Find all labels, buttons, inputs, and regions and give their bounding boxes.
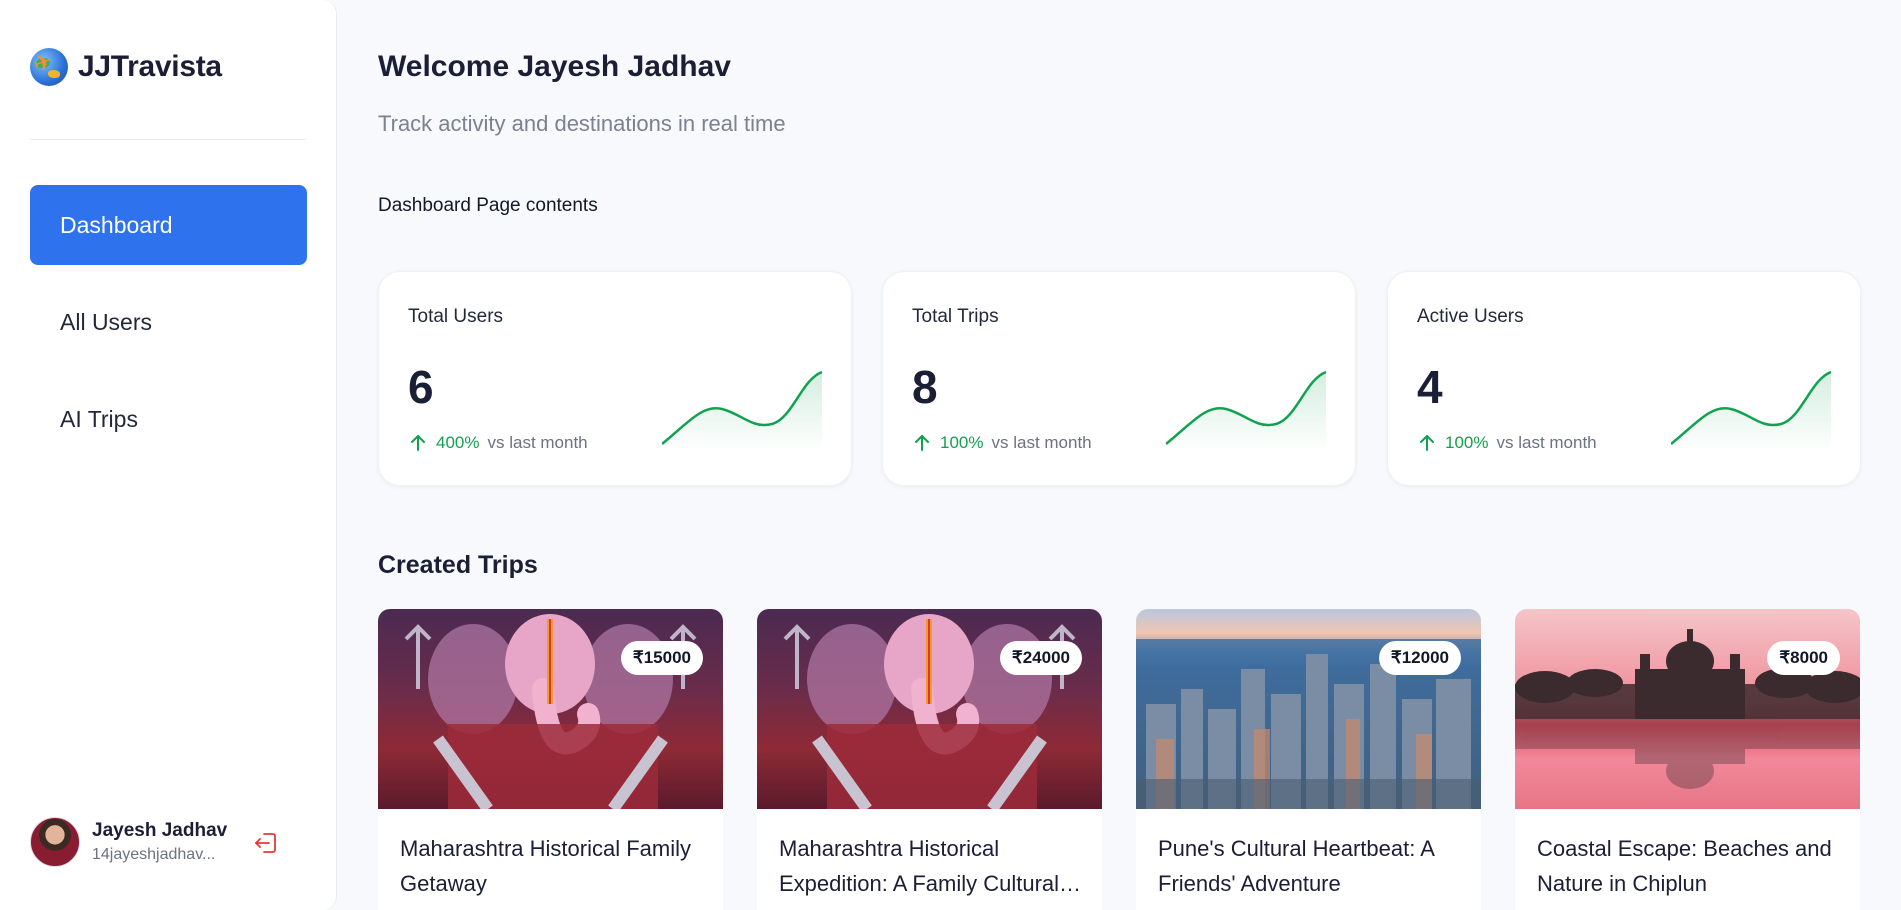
sidebar-item-all-users[interactable]: All Users bbox=[30, 282, 307, 362]
stat-value: 8 bbox=[912, 361, 938, 413]
user-profile: Jayesh Jadhav 14jayeshjadhav... bbox=[30, 817, 276, 867]
trip-price-badge: ₹24000 bbox=[999, 641, 1082, 675]
stat-change-percent: 100% bbox=[1445, 433, 1489, 452]
trip-card[interactable]: ₹8000 Coastal Escape: Beaches and Nature… bbox=[1515, 609, 1860, 910]
sidebar-item-dashboard[interactable]: Dashboard bbox=[30, 185, 307, 265]
trip-image bbox=[1515, 609, 1860, 809]
sidebar: ✈ JJTravista Dashboard All Users AI Trip… bbox=[0, 0, 337, 910]
stat-title: Total Users bbox=[408, 306, 504, 327]
avatar[interactable] bbox=[30, 817, 80, 867]
page-title: Welcome Jayesh Jadhav bbox=[378, 50, 731, 83]
stat-card-total-users: Total Users 6 400% vs last month bbox=[378, 271, 852, 486]
trip-price-badge: ₹8000 bbox=[1767, 641, 1840, 675]
user-info: Jayesh Jadhav 14jayeshjadhav... bbox=[92, 820, 228, 864]
stat-title: Active Users bbox=[1417, 306, 1524, 327]
sparkline-chart bbox=[1671, 370, 1831, 452]
trip-card[interactable]: ₹24000 Maharashtra Historical Expedition… bbox=[757, 609, 1102, 910]
stat-change: 400% vs last month bbox=[408, 433, 588, 453]
stat-change-label: vs last month bbox=[1496, 433, 1597, 452]
trip-card[interactable]: ₹15000 Maharashtra Historical Family Get… bbox=[378, 609, 723, 910]
trip-title: Maharashtra Historical Family Getaway bbox=[400, 836, 691, 896]
trip-title: Maharashtra Historical Expedition: A Fam… bbox=[779, 836, 1060, 896]
trip-card[interactable]: ₹12000 Pune's Cultural Heartbeat: A Frie… bbox=[1136, 609, 1481, 910]
stat-change-percent: 400% bbox=[436, 433, 480, 452]
stat-value: 4 bbox=[1417, 361, 1443, 413]
trip-image bbox=[378, 609, 723, 809]
page-contents-label: Dashboard Page contents bbox=[378, 195, 598, 216]
sparkline-chart bbox=[1166, 370, 1326, 452]
globe-plane-icon: ✈ bbox=[30, 48, 68, 86]
sidebar-item-label: Dashboard bbox=[60, 211, 173, 238]
stat-change: 100% vs last month bbox=[1417, 433, 1597, 453]
user-name: Jayesh Jadhav bbox=[92, 820, 228, 841]
arrow-up-icon bbox=[411, 435, 425, 451]
arrow-up-icon bbox=[1420, 435, 1434, 451]
brand-name: JJTravista bbox=[78, 50, 222, 83]
sparkline-chart bbox=[662, 370, 822, 452]
sidebar-divider bbox=[30, 139, 306, 140]
stat-change: 100% vs last month bbox=[912, 433, 1092, 453]
stat-value: 6 bbox=[408, 361, 434, 413]
page-subtitle: Track activity and destinations in real … bbox=[378, 111, 786, 136]
arrow-up-icon bbox=[915, 435, 929, 451]
stat-change-label: vs last month bbox=[487, 433, 588, 452]
sidebar-item-label: All Users bbox=[60, 308, 153, 335]
main-content: Welcome Jayesh Jadhav Track activity and… bbox=[378, 0, 1861, 910]
sidebar-item-label: AI Trips bbox=[60, 405, 138, 432]
brand[interactable]: ✈ JJTravista bbox=[30, 48, 222, 86]
trip-price-badge: ₹15000 bbox=[620, 641, 703, 675]
user-email: 14jayeshjadhav... bbox=[92, 846, 216, 863]
trip-image bbox=[1136, 609, 1481, 809]
stat-card-active-users: Active Users 4 100% vs last month bbox=[1387, 271, 1861, 486]
trip-title: Pune's Cultural Heartbeat: A Friends' Ad… bbox=[1158, 836, 1434, 896]
stat-card-total-trips: Total Trips 8 100% vs last month bbox=[882, 271, 1356, 486]
logout-icon[interactable] bbox=[252, 829, 280, 857]
trip-image bbox=[757, 609, 1102, 809]
stat-title: Total Trips bbox=[912, 306, 999, 327]
created-trips-heading: Created Trips bbox=[378, 551, 538, 579]
trip-price-badge: ₹12000 bbox=[1378, 641, 1461, 675]
sidebar-item-ai-trips[interactable]: AI Trips bbox=[30, 379, 307, 459]
stat-change-label: vs last month bbox=[991, 433, 1092, 452]
stat-change-percent: 100% bbox=[940, 433, 984, 452]
trip-title: Coastal Escape: Beaches and Nature in Ch… bbox=[1537, 836, 1832, 896]
